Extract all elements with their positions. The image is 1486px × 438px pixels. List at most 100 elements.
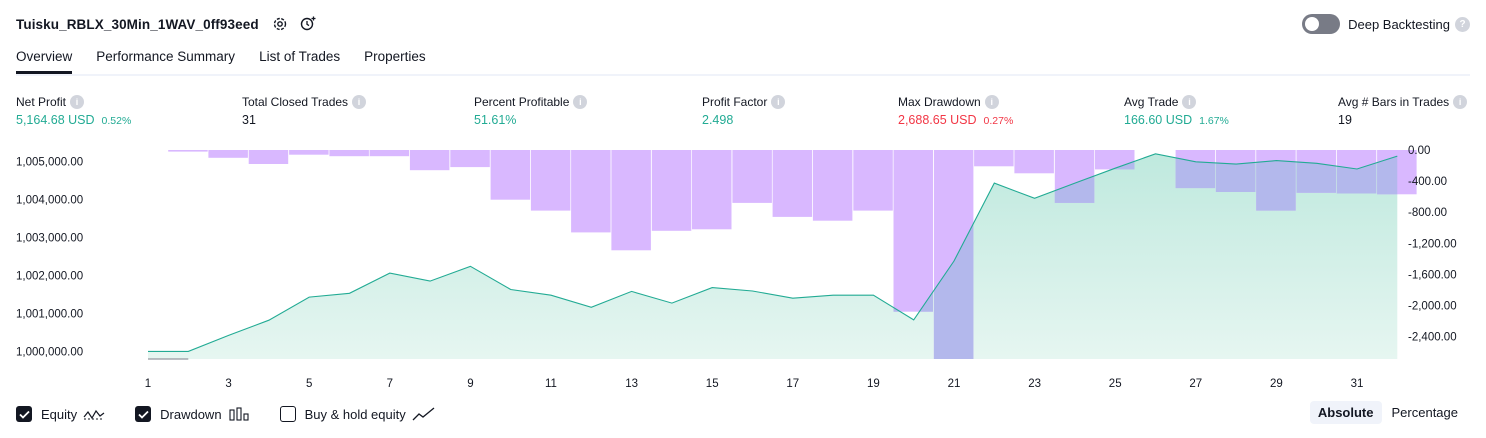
- mode-percentage-button[interactable]: Percentage: [1384, 401, 1467, 424]
- equity-checkbox[interactable]: [16, 406, 32, 422]
- drawdown-bars-icon: [228, 407, 250, 421]
- tab-properties[interactable]: Properties: [364, 44, 426, 74]
- drawdown-checkbox[interactable]: [135, 406, 152, 422]
- x-axis-tick-label: 29: [1270, 378, 1283, 390]
- right-axis-tick-label: -2,000.00: [1408, 301, 1457, 313]
- x-axis-tick-label: 5: [306, 378, 312, 390]
- left-axis-tick-label: 1,004,000.00: [16, 194, 83, 206]
- settings-gear-icon[interactable]: [269, 13, 291, 35]
- legend-label: Buy & hold equity: [304, 406, 406, 422]
- left-axis-tick-label: 1,003,000.00: [16, 232, 83, 244]
- x-axis-tick-label: 11: [545, 378, 557, 390]
- metric-avg-trade: Avg Trade i 166.60 USD 1.67%: [1124, 94, 1229, 129]
- drawdown-bar: [450, 150, 490, 168]
- metric-value: 2,688.65 USD: [898, 113, 977, 127]
- metric-label: Net Profit: [16, 95, 67, 109]
- x-axis-tick-label: 21: [948, 378, 961, 390]
- drawdown-bar: [893, 150, 933, 312]
- metric-value: 5,164.68 USD: [16, 113, 95, 127]
- info-icon[interactable]: i: [1182, 95, 1197, 109]
- right-axis-tick-label: -2,400.00: [1408, 332, 1457, 344]
- info-icon[interactable]: i: [1453, 95, 1468, 109]
- drawdown-bar: [289, 150, 329, 155]
- drawdown-bar: [974, 150, 1014, 167]
- x-axis-tick-label: 25: [1109, 378, 1122, 390]
- deep-backtesting-toggle-group: Deep Backtesting ?: [1302, 12, 1470, 36]
- metric-percent: 0.52%: [101, 115, 132, 127]
- deep-backtesting-label: Deep Backtesting: [1348, 16, 1450, 32]
- drawdown-bar: [651, 150, 692, 231]
- x-axis-tick-label: 31: [1351, 378, 1364, 390]
- equity-line-icon: [83, 407, 105, 421]
- metric-value: 166.60 USD: [1124, 113, 1193, 127]
- right-axis-tick-label: -800.00: [1408, 207, 1447, 219]
- metric-percent: 1.67%: [1199, 115, 1229, 127]
- drawdown-bar: [692, 150, 732, 230]
- tab-list-of-trades[interactable]: List of Trades: [259, 44, 340, 74]
- tab-performance-summary[interactable]: Performance Summary: [96, 44, 235, 74]
- x-axis-tick-label: 27: [1189, 378, 1202, 390]
- metric-max-drawdown: Max Drawdown i 2,688.65 USD 0.27%: [898, 94, 1013, 129]
- metric-label: Max Drawdown: [898, 95, 981, 109]
- metric-value: 51.61%: [474, 113, 517, 127]
- buy-hold-line-icon: [412, 407, 436, 421]
- drawdown-bar: [571, 150, 611, 233]
- left-axis-tick-label: 1,000,000.00: [16, 346, 83, 358]
- legend-label: Drawdown: [160, 406, 222, 422]
- drawdown-bar: [248, 150, 289, 164]
- metric-value: 31: [242, 113, 256, 127]
- right-axis-tick-label: -400.00: [1408, 176, 1447, 188]
- left-axis-tick-label: 1,001,000.00: [16, 308, 83, 320]
- metric-total-closed-trades: Total Closed Trades i 31: [242, 94, 367, 129]
- tab-overview[interactable]: Overview: [16, 44, 73, 74]
- mode-absolute-button[interactable]: Absolute: [1309, 401, 1382, 424]
- left-axis-tick-label: 1,005,000.00: [16, 156, 83, 168]
- metric-value: 2.498: [702, 113, 734, 127]
- metric-label: Percent Profitable: [474, 95, 570, 109]
- x-axis-tick-label: 9: [467, 378, 473, 390]
- x-axis-tick-label: 3: [225, 378, 231, 390]
- drawdown-bar: [329, 150, 369, 157]
- metric-label: Total Closed Trades: [242, 95, 349, 109]
- right-axis-tick-label: -1,600.00: [1408, 269, 1457, 281]
- info-icon[interactable]: i: [573, 95, 588, 109]
- info-icon[interactable]: i: [771, 95, 786, 109]
- drawdown-bar: [409, 150, 450, 171]
- value-mode-switch: Absolute Percentage: [1308, 401, 1466, 424]
- legend-label: Equity: [41, 406, 78, 422]
- info-icon[interactable]: i: [984, 95, 999, 109]
- legend-equity[interactable]: Equity: [16, 406, 105, 422]
- drawdown-bar: [611, 150, 651, 251]
- metric-label: Avg # Bars in Trades: [1338, 95, 1450, 109]
- metric-avg-bars: Avg # Bars in Trades i 19: [1338, 94, 1468, 129]
- drawdown-bar: [1014, 150, 1054, 174]
- drawdown-bar: [208, 150, 248, 158]
- left-axis-tick-label: 1,002,000.00: [16, 270, 83, 282]
- legend-drawdown[interactable]: Drawdown: [135, 406, 249, 422]
- x-axis-tick-label: 17: [786, 378, 799, 390]
- legend-buy-hold-equity[interactable]: Buy & hold equity: [279, 406, 436, 422]
- x-axis-tick-label: 15: [706, 378, 719, 390]
- deep-backtesting-toggle[interactable]: [1302, 14, 1341, 34]
- right-axis-tick-label: -1,200.00: [1408, 238, 1457, 250]
- drawdown-bar: [369, 150, 410, 157]
- drawdown-bar: [732, 150, 772, 203]
- metric-profit-factor: Profit Factor i 2.498: [702, 94, 786, 129]
- drawdown-bar: [812, 150, 853, 221]
- add-alert-clock-icon[interactable]: [297, 13, 319, 35]
- tab-bar: Overview Performance Summary List of Tra…: [16, 44, 1470, 76]
- drawdown-bar: [168, 150, 208, 152]
- x-axis-tick-label: 19: [867, 378, 880, 390]
- info-icon[interactable]: i: [352, 95, 367, 109]
- metric-label: Profit Factor: [702, 95, 768, 109]
- help-question-icon[interactable]: ?: [1455, 16, 1470, 32]
- info-icon[interactable]: i: [70, 95, 85, 109]
- metric-net-profit: Net Profit i 5,164.68 USD 0.52%: [16, 94, 131, 129]
- metric-percent-profitable: Percent Profitable i 51.61%: [474, 94, 588, 129]
- x-axis-tick-label: 1: [145, 378, 151, 390]
- metric-label: Avg Trade: [1124, 95, 1179, 109]
- metric-value: 19: [1338, 113, 1352, 127]
- equity-drawdown-chart[interactable]: 1,000,000.00 1,001,000.00 1,002,000.00 1,00…: [0, 140, 1486, 395]
- buy-hold-checkbox[interactable]: [279, 406, 296, 422]
- x-axis-tick-label: 7: [387, 378, 393, 390]
